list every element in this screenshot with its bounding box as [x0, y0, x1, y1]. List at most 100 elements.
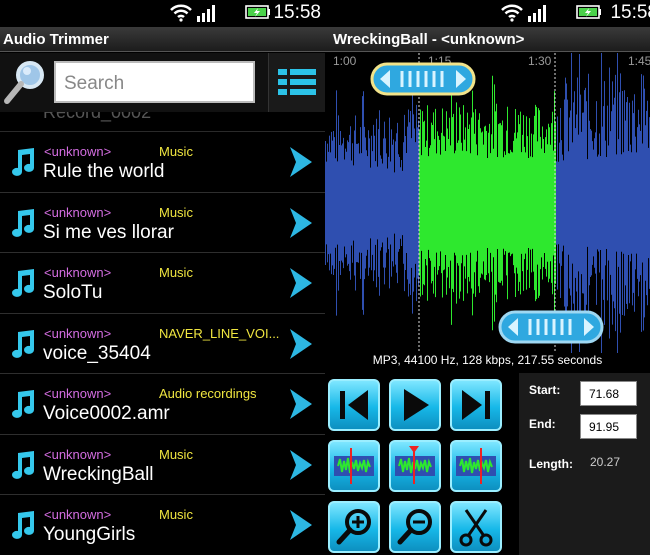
play-from-start-button[interactable] — [328, 440, 380, 492]
song-artist: <unknown> — [44, 507, 112, 522]
list-icon — [278, 69, 316, 95]
waveform-start-icon — [334, 448, 374, 484]
song-title: Record_0002 — [43, 112, 152, 122]
list-item[interactable]: <unknown> Music SoloTu — [0, 253, 325, 314]
chevron-right-icon[interactable] — [284, 205, 316, 241]
chevron-right-icon[interactable] — [284, 386, 316, 422]
waveform-selected — [419, 75, 556, 331]
track-title: WreckingBall - <unknown> — [333, 31, 525, 48]
wifi-icon — [501, 4, 523, 22]
jump-to-start-button[interactable] — [328, 379, 380, 431]
length-label: Length: — [529, 457, 573, 471]
signal-icon — [528, 5, 546, 22]
clock: 15:58 — [610, 2, 650, 23]
timecode-label: 1:30 — [528, 54, 552, 68]
play-button[interactable] — [389, 379, 441, 431]
skip-back-icon — [340, 390, 368, 420]
play-to-end-button[interactable] — [450, 440, 502, 492]
song-list: Record_0002 <unknown> Music Rule the wor… — [0, 112, 325, 555]
zoom-out-button[interactable] — [389, 501, 441, 553]
end-trim-handle[interactable] — [498, 310, 604, 344]
end-field[interactable]: 91.95 — [580, 414, 637, 439]
start-trim-handle[interactable] — [370, 62, 476, 96]
music-note-icon — [12, 511, 34, 539]
song-album: Music — [159, 446, 193, 462]
jump-to-end-button[interactable] — [450, 379, 502, 431]
search-input[interactable]: Search — [54, 61, 255, 103]
waveform-view[interactable]: 1:00 1:15 1:30 1:45 — [325, 53, 650, 353]
song-title: Si me ves llorar — [43, 221, 174, 243]
song-title: WreckingBall — [43, 463, 154, 485]
battery-icon — [576, 5, 601, 19]
start-label: Start: — [529, 383, 561, 397]
status-bar: 15:58 — [0, 0, 325, 27]
magnifier-icon[interactable] — [2, 57, 48, 107]
chevron-right-icon[interactable] — [284, 447, 316, 483]
skip-forward-icon — [462, 390, 490, 420]
app-title-bar: Audio Trimmer — [0, 27, 325, 52]
list-item[interactable]: Record_0002 — [0, 112, 325, 132]
clock: 15:58 — [273, 2, 321, 23]
song-title: Voice0002.amr — [43, 403, 170, 424]
waveform-end-icon — [456, 448, 496, 484]
song-album: Music — [159, 144, 193, 159]
music-note-icon — [12, 450, 34, 479]
selection-values-panel: Start: 71.68 End: 91.95 Length: 20.27 — [519, 373, 650, 555]
song-artist: <unknown> — [44, 144, 112, 159]
song-title: voice_35404 — [43, 342, 151, 364]
music-note-icon — [12, 148, 34, 176]
play-icon — [404, 389, 429, 421]
music-note-icon — [12, 208, 34, 237]
chevron-right-icon[interactable] — [284, 326, 316, 362]
zoom-out-icon — [397, 509, 432, 545]
timecode-label: 1:45 — [628, 54, 650, 68]
scissors-icon — [459, 509, 493, 547]
song-album: NAVER_LINE_VOI... — [159, 325, 280, 341]
signal-icon — [197, 5, 215, 22]
list-view-button[interactable] — [268, 53, 325, 112]
song-title: SoloTu — [43, 282, 103, 303]
list-item[interactable]: <unknown> Music Rule the world — [0, 132, 325, 193]
music-note-icon — [12, 329, 34, 358]
song-title: YoungGirls — [43, 524, 136, 545]
list-item[interactable]: <unknown> NAVER_LINE_VOI... voice_35404 — [0, 313, 325, 374]
length-value: 20.27 — [590, 455, 621, 469]
file-info: MP3, 44100 Hz, 128 kbps, 217.55 seconds — [325, 353, 650, 373]
timecode-label: 1:00 — [333, 54, 357, 68]
status-bar: 15:58 — [325, 0, 650, 27]
song-title: Rule the world — [43, 161, 165, 182]
zoom-in-icon — [336, 509, 371, 545]
battery-icon — [245, 5, 270, 19]
wifi-icon — [170, 4, 192, 22]
song-album: Music — [159, 507, 193, 522]
search-row: Search — [0, 53, 325, 112]
list-item[interactable]: <unknown> Music YoungGirls — [0, 495, 325, 555]
list-item[interactable]: <unknown> Music Si me ves llorar — [0, 192, 325, 253]
track-title-bar: WreckingBall - <unknown> — [325, 27, 650, 52]
trimmer-screen: 15:58 WreckingBall - <unknown> 1:00 1:15… — [325, 0, 650, 555]
song-album: Audio recordings — [159, 386, 257, 401]
playback-controls: Start: 71.68 End: 91.95 Length: 20.27 — [325, 373, 650, 555]
list-item[interactable]: <unknown> Audio recordings Voice0002.amr — [0, 374, 325, 435]
zoom-in-button[interactable] — [328, 501, 380, 553]
app-title: Audio Trimmer — [3, 31, 109, 48]
chevron-right-icon[interactable] — [284, 265, 316, 301]
chevron-right-icon[interactable] — [284, 144, 316, 180]
waveform-play-icon — [395, 446, 435, 484]
list-item[interactable]: <unknown> Music WreckingBall — [0, 434, 325, 495]
song-artist: <unknown> — [44, 325, 112, 341]
song-artist: <unknown> — [44, 446, 112, 462]
music-note-icon — [12, 390, 34, 418]
chevron-right-icon[interactable] — [284, 507, 316, 543]
song-artist: <unknown> — [44, 265, 112, 280]
music-note-icon — [12, 269, 34, 297]
end-label: End: — [529, 417, 556, 431]
song-artist: <unknown> — [44, 386, 112, 401]
song-list-screen: 15:58 Audio Trimmer Search Record_0002 <… — [0, 0, 325, 555]
start-field[interactable]: 71.68 — [580, 381, 637, 406]
play-selection-button[interactable] — [389, 440, 441, 492]
song-artist: <unknown> — [44, 204, 112, 220]
song-album: Music — [159, 265, 193, 280]
trim-button[interactable] — [450, 501, 502, 553]
waveform[interactable] — [325, 53, 650, 353]
